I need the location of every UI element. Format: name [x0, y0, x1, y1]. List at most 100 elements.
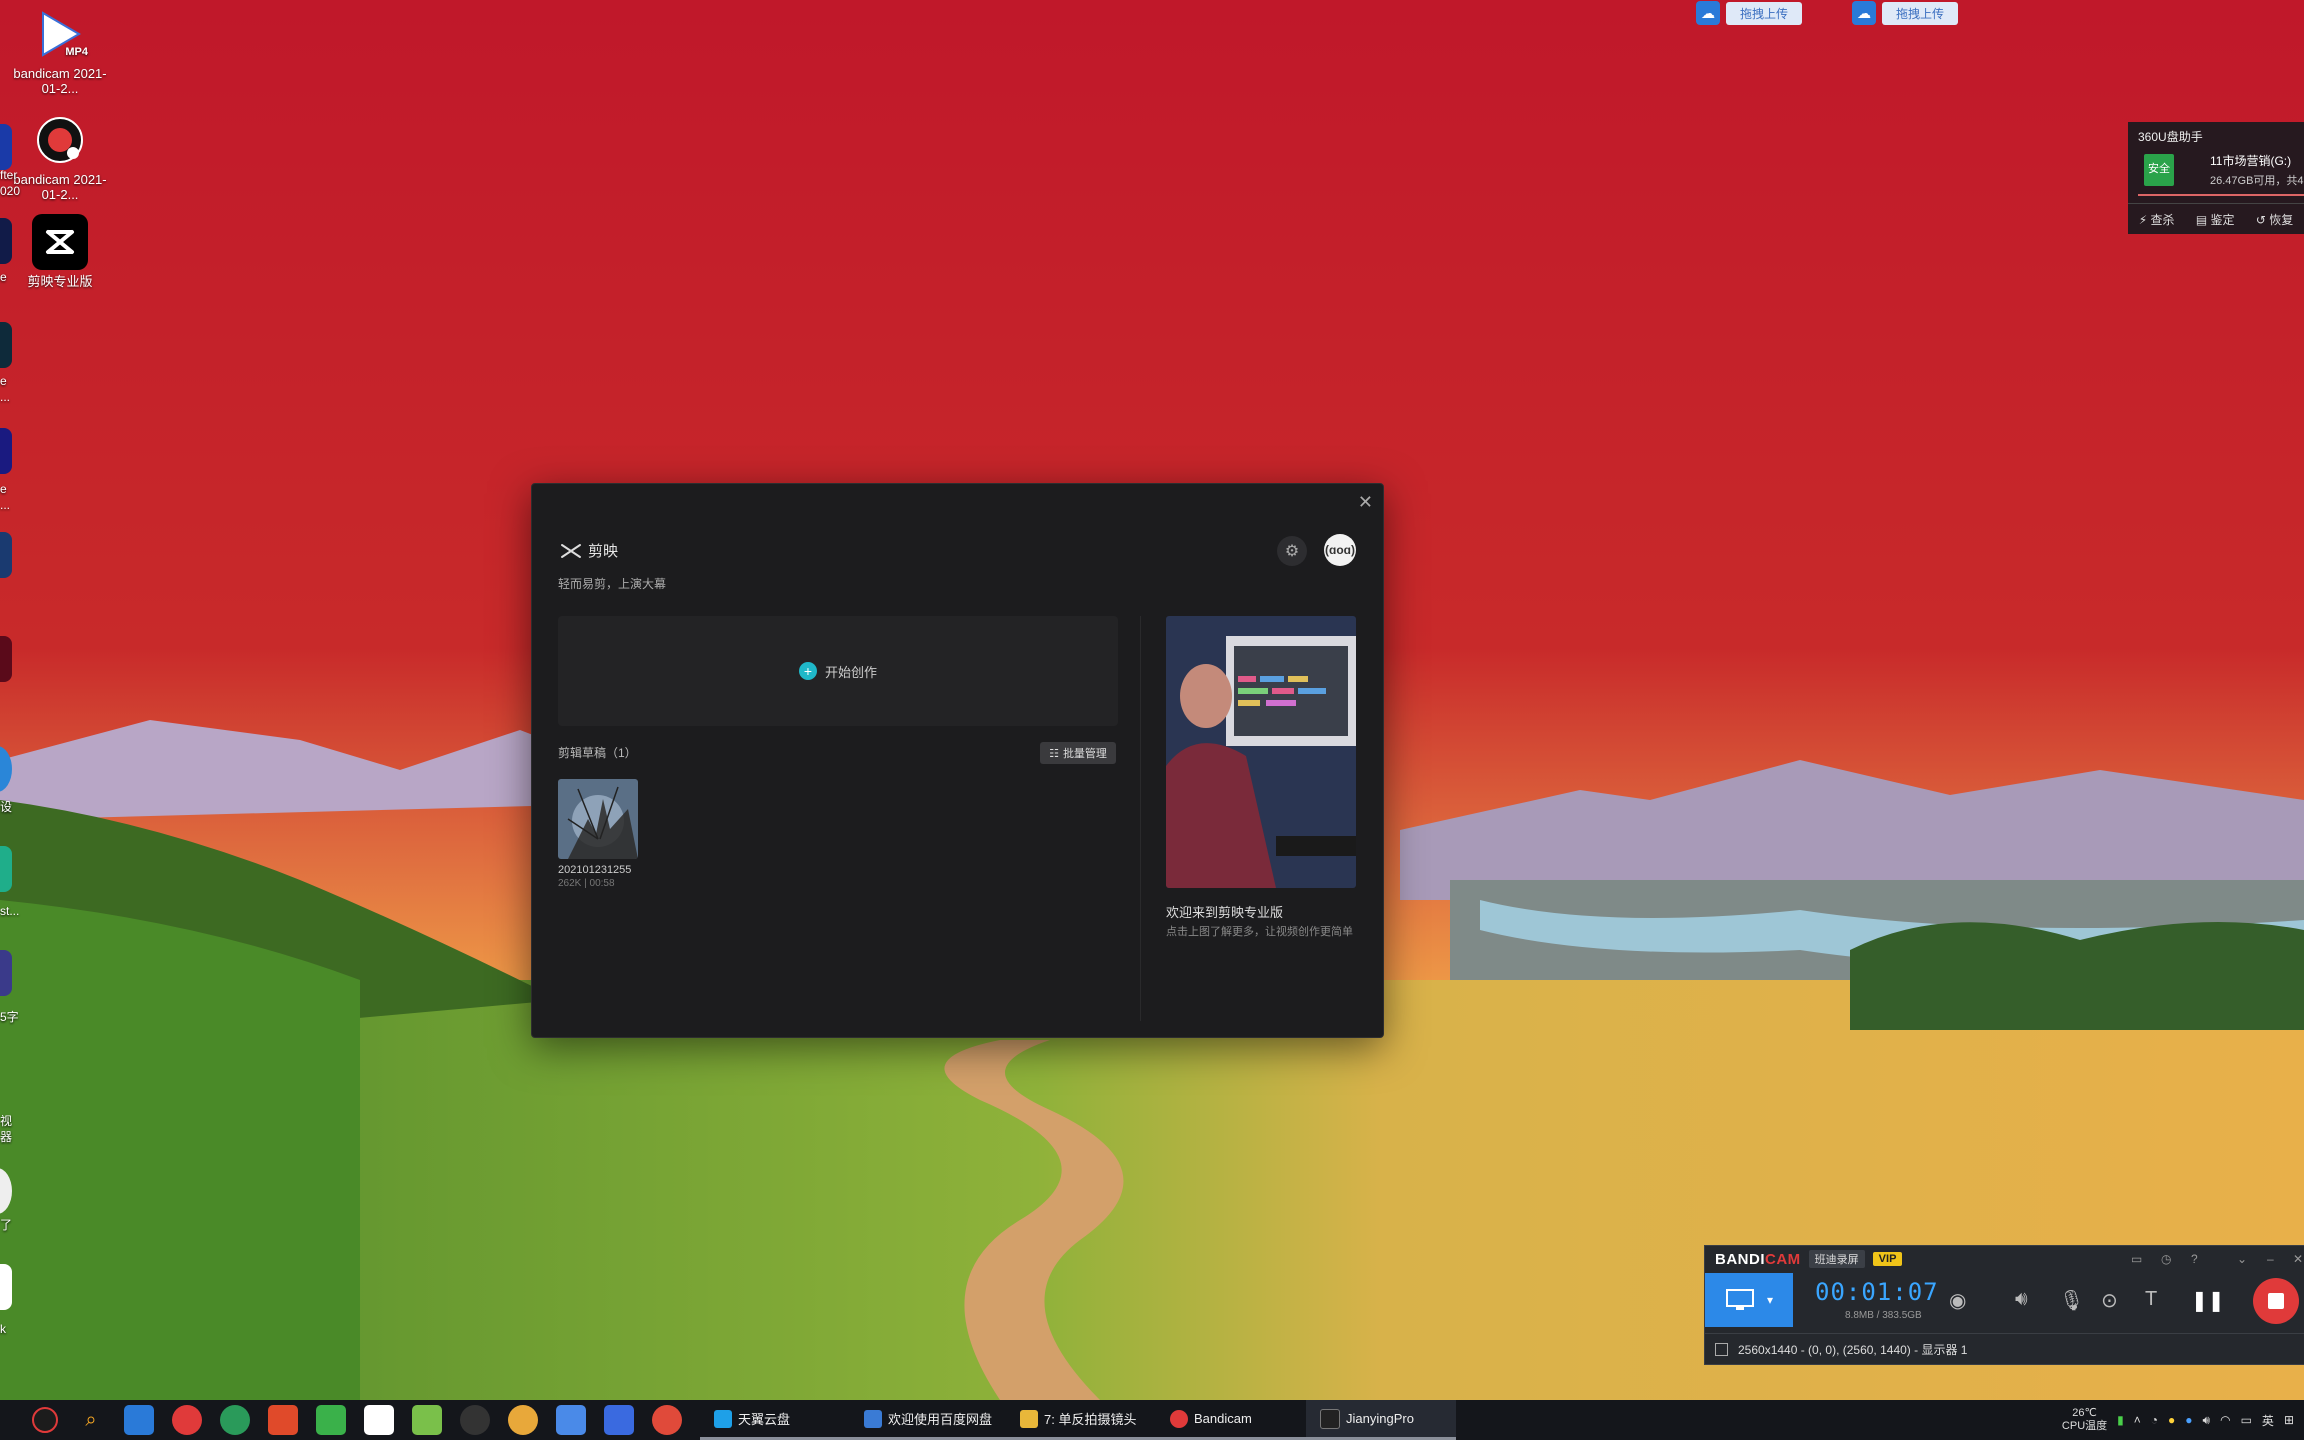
partial-icon-label: 器	[0, 1130, 13, 1144]
usb-assistant-widget: 360U盘助手 安全 11市场营销(G:) 26.47GB可用，共4 ⚡ 查杀 …	[2128, 122, 2304, 234]
restore-button[interactable]: ↺ 恢复	[2256, 211, 2293, 228]
display-icon[interactable]: ▭	[2241, 1413, 2252, 1427]
keyboard-icon[interactable]: ⊞	[2284, 1413, 2294, 1427]
settings-gear-icon[interactable]: ⚙	[1277, 536, 1307, 566]
video-file-icon: MP4	[32, 6, 88, 62]
taskbar-app-folder[interactable]: 7: 单反拍摄镜头	[1006, 1400, 1157, 1440]
draft-meta: 262K | 00:58	[558, 878, 615, 889]
partial-desktop-icon[interactable]	[0, 636, 12, 682]
drafts-section-title: 剪辑草稿（1）	[558, 746, 637, 760]
desktop-icon-label: 剪映专业版	[27, 274, 93, 289]
app-icon[interactable]	[556, 1405, 586, 1435]
partial-desktop-icon[interactable]	[0, 322, 12, 368]
bandicam-tag: 班迪录屏	[1808, 1250, 1865, 1268]
close-icon[interactable]: ✕	[2293, 1252, 2303, 1266]
taskbar-app-label: 7: 单反拍摄镜头	[1044, 1412, 1137, 1427]
restore-label: 恢复	[2269, 212, 2294, 227]
app-icon[interactable]	[508, 1405, 538, 1435]
upload-badge-label: 拖拽上传	[1726, 1, 1803, 25]
drive-free-space: 26.47GB可用，共4	[2210, 175, 2304, 187]
webcam-icon[interactable]: ◉	[1949, 1288, 1966, 1313]
taskbar-app-baidu[interactable]: 欢迎使用百度网盘	[850, 1400, 1007, 1440]
scan-button[interactable]: ⚡ 查杀	[2139, 211, 2175, 228]
user-avatar[interactable]: (ɑoɑ)	[1324, 534, 1356, 566]
upload-badge-2[interactable]: ☁ 拖拽上传	[1852, 0, 1959, 26]
microphone-icon[interactable]: 🎙︎	[2059, 1288, 2084, 1313]
identify-button[interactable]: ▤ 鉴定	[2196, 211, 2235, 228]
partial-icon-label: 设	[0, 800, 13, 814]
jianying-logo-icon	[561, 543, 581, 558]
app-icon[interactable]	[124, 1405, 154, 1435]
input-language[interactable]: 英	[2262, 1412, 2274, 1429]
close-icon[interactable]: ✕	[1358, 492, 1373, 513]
partial-desktop-icon[interactable]	[0, 218, 12, 264]
bandicam-record-icon[interactable]	[32, 1407, 58, 1433]
pause-icon[interactable]: ❚❚	[2191, 1288, 2225, 1313]
partial-icon-label: fter	[0, 168, 18, 182]
volume-icon[interactable]: 🔊︎	[2203, 1413, 2211, 1428]
desktop-icon-bandicam-video[interactable]: MP4 bandicam 2021-01-2...	[10, 6, 110, 96]
partial-icon-label: e	[0, 482, 7, 496]
clock-icon[interactable]: ◷	[2161, 1252, 2171, 1266]
compass-icon[interactable]	[460, 1405, 490, 1435]
stop-recording-button[interactable]	[2253, 1278, 2299, 1324]
app-icon[interactable]	[268, 1405, 298, 1435]
system-tray: 26℃ CPU温度 ▮ ˄ ◔ ● ● 🔊︎ ◠ ▭ 英 ⊞	[2062, 1400, 2304, 1440]
partial-desktop-icon[interactable]	[0, 428, 12, 474]
text-icon[interactable]: T	[2145, 1288, 2157, 1311]
search-icon[interactable]: ⌕	[76, 1405, 106, 1435]
screen-mode-button[interactable]: ▾	[1705, 1273, 1793, 1327]
upload-badge-1[interactable]: ☁ 拖拽上传	[1696, 0, 1803, 26]
taskbar-app-tianyi[interactable]: 天翼云盘	[700, 1400, 850, 1440]
taskbar: ⌕ 天翼云盘 欢迎使用百度网盘 7: 单反拍摄镜头 Bandicam Jiany…	[0, 1400, 2304, 1440]
partial-icon-label: ...	[0, 498, 11, 512]
app-icon[interactable]	[364, 1405, 394, 1435]
battery-icon[interactable]: ▮	[2117, 1413, 2124, 1427]
taskbar-app-label: 天翼云盘	[738, 1412, 791, 1427]
start-creation-button[interactable]: + 开始创作	[558, 616, 1118, 726]
identify-label: 鉴定	[2210, 212, 2235, 227]
taskbar-app-jianying[interactable]: JianyingPro	[1306, 1400, 1457, 1440]
app-tray-icon[interactable]: ●	[2185, 1413, 2192, 1427]
partial-desktop-icon[interactable]	[0, 124, 12, 170]
chevron-down-icon[interactable]: ▾	[1767, 1293, 1773, 1307]
recording-size: 8.8MB / 383.5GB	[1845, 1310, 1922, 1321]
collapse-icon[interactable]: ⌄	[2237, 1252, 2247, 1266]
taskbar-app-label: Bandicam	[1194, 1411, 1252, 1426]
partial-desktop-icon[interactable]	[0, 532, 12, 578]
partial-icon-label: 020	[0, 184, 21, 198]
welcome-banner-image[interactable]	[1166, 616, 1356, 888]
vip-badge[interactable]: VIP	[1872, 1252, 1903, 1266]
partial-icon-label: e	[0, 270, 7, 284]
taskbar-app-bandicam[interactable]: Bandicam	[1156, 1400, 1307, 1440]
chevron-up-icon[interactable]: ˄	[2134, 1413, 2141, 1427]
baidu-pan-icon	[864, 1409, 882, 1428]
mouse-icon[interactable]: ⊙	[2101, 1288, 2118, 1313]
app-icon[interactable]	[316, 1405, 346, 1435]
minimize-icon[interactable]: –	[2267, 1252, 2274, 1266]
cpu-temp[interactable]: 26℃ CPU温度	[2062, 1407, 2107, 1433]
partial-desktop-icon[interactable]	[0, 846, 12, 892]
desktop-icon-bandicam-app[interactable]: bandicam 2021-01-2...	[10, 112, 110, 202]
start-creation-label: 开始创作	[824, 664, 877, 680]
draft-thumbnail[interactable]	[558, 779, 638, 859]
network-icon[interactable]: ◔	[2151, 1413, 2158, 1427]
app-icon[interactable]	[172, 1405, 202, 1435]
batch-manage-label: 批量管理	[1062, 748, 1107, 760]
wifi-icon[interactable]: ◠	[2220, 1413, 2230, 1427]
help-icon[interactable]: ?	[2191, 1252, 2198, 1266]
partial-desktop-icon[interactable]	[0, 950, 12, 996]
partial-icon-label: st...	[0, 904, 20, 918]
chrome-icon[interactable]	[652, 1405, 682, 1435]
desktop-icon-jianying[interactable]: 剪映专业版	[10, 214, 110, 289]
speaker-icon[interactable]: 🔊︎	[2015, 1288, 2028, 1311]
app-tray-icon[interactable]: ●	[2168, 1413, 2175, 1427]
partial-desktop-icon[interactable]	[0, 1264, 12, 1310]
app-icon[interactable]	[604, 1405, 634, 1435]
browser-icon[interactable]	[220, 1405, 250, 1435]
batch-manage-button[interactable]: ☷ 批量管理	[1040, 742, 1116, 764]
tagline: 轻而易剪，上演大幕	[558, 577, 667, 591]
region-checkbox[interactable]	[1715, 1342, 1728, 1356]
folder-icon[interactable]: ▭	[2131, 1252, 2142, 1266]
app-icon[interactable]	[412, 1405, 442, 1435]
